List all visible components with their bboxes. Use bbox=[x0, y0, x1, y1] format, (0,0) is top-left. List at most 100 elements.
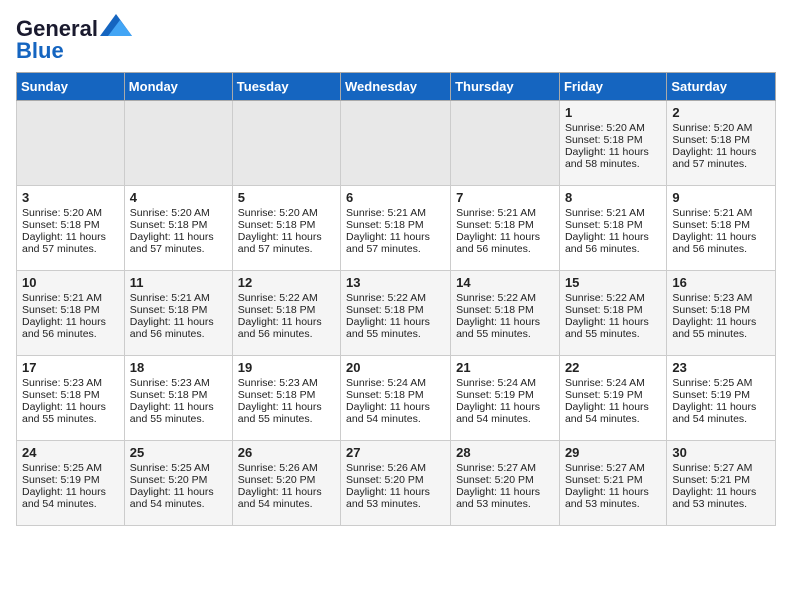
calendar-cell: 24Sunrise: 5:25 AMSunset: 5:19 PMDayligh… bbox=[17, 441, 125, 526]
cell-content: Sunrise: 5:21 AM bbox=[130, 292, 227, 304]
cell-content: Sunrise: 5:25 AM bbox=[672, 377, 770, 389]
cell-content: and 56 minutes. bbox=[672, 243, 770, 255]
cell-content: Daylight: 11 hours bbox=[346, 231, 445, 243]
calendar-cell: 23Sunrise: 5:25 AMSunset: 5:19 PMDayligh… bbox=[667, 356, 776, 441]
calendar-cell bbox=[232, 101, 340, 186]
cell-content: Sunset: 5:18 PM bbox=[565, 134, 661, 146]
calendar-cell bbox=[451, 101, 560, 186]
cell-content: Sunrise: 5:20 AM bbox=[130, 207, 227, 219]
cell-content: Daylight: 11 hours bbox=[238, 316, 335, 328]
cell-content: Sunset: 5:18 PM bbox=[130, 304, 227, 316]
calendar-cell: 10Sunrise: 5:21 AMSunset: 5:18 PMDayligh… bbox=[17, 271, 125, 356]
calendar-cell: 28Sunrise: 5:27 AMSunset: 5:20 PMDayligh… bbox=[451, 441, 560, 526]
cell-content: and 53 minutes. bbox=[456, 498, 554, 510]
cell-content: Sunset: 5:18 PM bbox=[456, 304, 554, 316]
day-number: 14 bbox=[456, 275, 554, 290]
cell-content: Sunrise: 5:21 AM bbox=[456, 207, 554, 219]
cell-content: and 56 minutes. bbox=[565, 243, 661, 255]
cell-content: Daylight: 11 hours bbox=[565, 316, 661, 328]
cell-content: Daylight: 11 hours bbox=[672, 401, 770, 413]
cell-content: Sunrise: 5:21 AM bbox=[565, 207, 661, 219]
cell-content: Sunrise: 5:27 AM bbox=[565, 462, 661, 474]
cell-content: Sunset: 5:18 PM bbox=[565, 219, 661, 231]
calendar-cell: 20Sunrise: 5:24 AMSunset: 5:18 PMDayligh… bbox=[341, 356, 451, 441]
cell-content: and 55 minutes. bbox=[672, 328, 770, 340]
calendar-cell: 4Sunrise: 5:20 AMSunset: 5:18 PMDaylight… bbox=[124, 186, 232, 271]
cell-content: Sunset: 5:18 PM bbox=[565, 304, 661, 316]
calendar-cell: 6Sunrise: 5:21 AMSunset: 5:18 PMDaylight… bbox=[341, 186, 451, 271]
logo-icon bbox=[100, 14, 132, 36]
calendar-header-row: SundayMondayTuesdayWednesdayThursdayFrid… bbox=[17, 73, 776, 101]
day-number: 20 bbox=[346, 360, 445, 375]
day-number: 10 bbox=[22, 275, 119, 290]
calendar-cell: 13Sunrise: 5:22 AMSunset: 5:18 PMDayligh… bbox=[341, 271, 451, 356]
cell-content: Daylight: 11 hours bbox=[565, 231, 661, 243]
calendar-cell: 11Sunrise: 5:21 AMSunset: 5:18 PMDayligh… bbox=[124, 271, 232, 356]
header-saturday: Saturday bbox=[667, 73, 776, 101]
cell-content: and 54 minutes. bbox=[130, 498, 227, 510]
cell-content: and 54 minutes. bbox=[22, 498, 119, 510]
cell-content: Daylight: 11 hours bbox=[672, 486, 770, 498]
cell-content: Daylight: 11 hours bbox=[238, 231, 335, 243]
cell-content: Daylight: 11 hours bbox=[22, 316, 119, 328]
calendar-cell: 9Sunrise: 5:21 AMSunset: 5:18 PMDaylight… bbox=[667, 186, 776, 271]
cell-content: and 55 minutes. bbox=[238, 413, 335, 425]
cell-content: and 57 minutes. bbox=[238, 243, 335, 255]
cell-content: and 56 minutes. bbox=[130, 328, 227, 340]
cell-content: and 55 minutes. bbox=[456, 328, 554, 340]
cell-content: Sunset: 5:19 PM bbox=[565, 389, 661, 401]
calendar-week-5: 24Sunrise: 5:25 AMSunset: 5:19 PMDayligh… bbox=[17, 441, 776, 526]
cell-content: Daylight: 11 hours bbox=[130, 486, 227, 498]
cell-content: and 57 minutes. bbox=[130, 243, 227, 255]
calendar-week-4: 17Sunrise: 5:23 AMSunset: 5:18 PMDayligh… bbox=[17, 356, 776, 441]
day-number: 24 bbox=[22, 445, 119, 460]
cell-content: and 53 minutes. bbox=[565, 498, 661, 510]
cell-content: Sunset: 5:18 PM bbox=[346, 219, 445, 231]
day-number: 18 bbox=[130, 360, 227, 375]
day-number: 17 bbox=[22, 360, 119, 375]
day-number: 16 bbox=[672, 275, 770, 290]
cell-content: and 54 minutes. bbox=[565, 413, 661, 425]
cell-content: Daylight: 11 hours bbox=[22, 486, 119, 498]
cell-content: Daylight: 11 hours bbox=[22, 231, 119, 243]
cell-content: and 54 minutes. bbox=[238, 498, 335, 510]
logo: General Blue bbox=[16, 16, 132, 64]
cell-content: and 57 minutes. bbox=[346, 243, 445, 255]
cell-content: and 57 minutes. bbox=[22, 243, 119, 255]
header-sunday: Sunday bbox=[17, 73, 125, 101]
cell-content: Sunset: 5:19 PM bbox=[22, 474, 119, 486]
day-number: 25 bbox=[130, 445, 227, 460]
day-number: 7 bbox=[456, 190, 554, 205]
calendar-cell: 8Sunrise: 5:21 AMSunset: 5:18 PMDaylight… bbox=[559, 186, 666, 271]
day-number: 9 bbox=[672, 190, 770, 205]
calendar-cell: 29Sunrise: 5:27 AMSunset: 5:21 PMDayligh… bbox=[559, 441, 666, 526]
cell-content: and 53 minutes. bbox=[346, 498, 445, 510]
day-number: 2 bbox=[672, 105, 770, 120]
cell-content: Sunrise: 5:24 AM bbox=[346, 377, 445, 389]
cell-content: Sunset: 5:18 PM bbox=[346, 304, 445, 316]
day-number: 4 bbox=[130, 190, 227, 205]
cell-content: and 53 minutes. bbox=[672, 498, 770, 510]
cell-content: Sunrise: 5:22 AM bbox=[565, 292, 661, 304]
cell-content: Sunset: 5:19 PM bbox=[456, 389, 554, 401]
day-number: 3 bbox=[22, 190, 119, 205]
cell-content: Sunrise: 5:24 AM bbox=[456, 377, 554, 389]
cell-content: Sunrise: 5:21 AM bbox=[22, 292, 119, 304]
calendar-cell: 17Sunrise: 5:23 AMSunset: 5:18 PMDayligh… bbox=[17, 356, 125, 441]
cell-content: Sunrise: 5:23 AM bbox=[672, 292, 770, 304]
cell-content: and 55 minutes. bbox=[346, 328, 445, 340]
cell-content: Daylight: 11 hours bbox=[565, 401, 661, 413]
cell-content: Sunset: 5:19 PM bbox=[672, 389, 770, 401]
calendar-cell: 12Sunrise: 5:22 AMSunset: 5:18 PMDayligh… bbox=[232, 271, 340, 356]
cell-content: Daylight: 11 hours bbox=[565, 486, 661, 498]
calendar-cell: 3Sunrise: 5:20 AMSunset: 5:18 PMDaylight… bbox=[17, 186, 125, 271]
calendar-week-2: 3Sunrise: 5:20 AMSunset: 5:18 PMDaylight… bbox=[17, 186, 776, 271]
cell-content: Sunrise: 5:22 AM bbox=[346, 292, 445, 304]
cell-content: Sunrise: 5:25 AM bbox=[130, 462, 227, 474]
day-number: 12 bbox=[238, 275, 335, 290]
cell-content: Sunset: 5:18 PM bbox=[672, 134, 770, 146]
calendar-cell: 25Sunrise: 5:25 AMSunset: 5:20 PMDayligh… bbox=[124, 441, 232, 526]
cell-content: Sunset: 5:18 PM bbox=[130, 219, 227, 231]
cell-content: Daylight: 11 hours bbox=[672, 146, 770, 158]
cell-content: Daylight: 11 hours bbox=[130, 401, 227, 413]
